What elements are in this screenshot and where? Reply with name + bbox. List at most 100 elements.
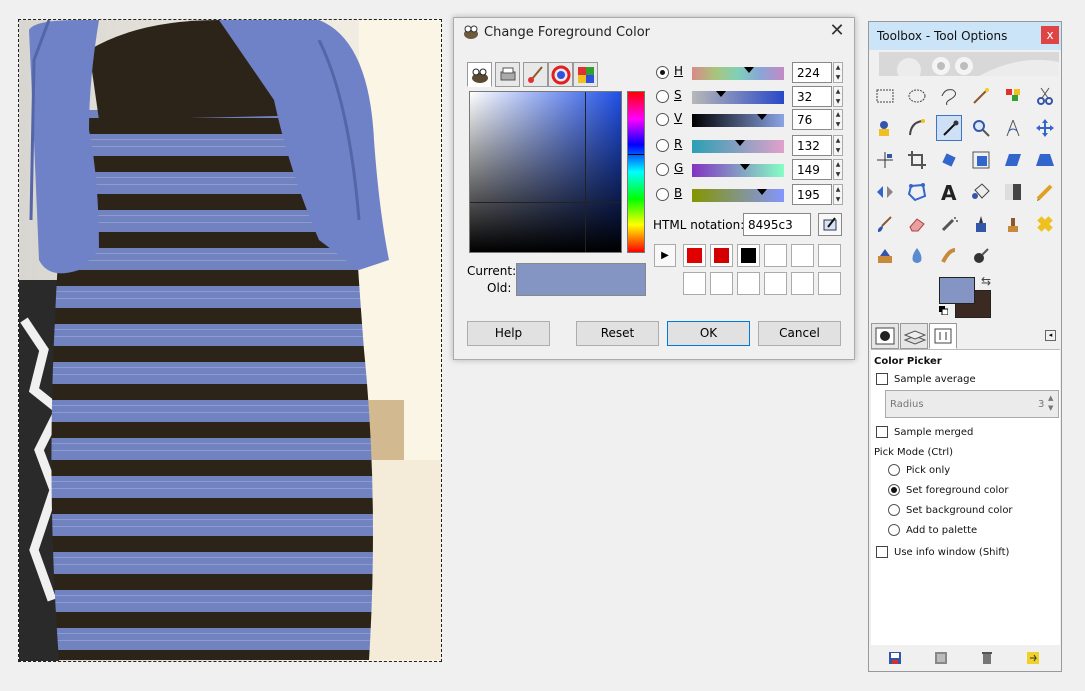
history-swatch[interactable] [737,244,760,267]
help-button[interactable]: Help [467,321,550,346]
ok-button[interactable]: OK [667,321,750,346]
history-swatch[interactable] [683,244,706,267]
history-swatch[interactable] [818,272,841,295]
channel-radio-g[interactable] [656,163,669,176]
reset-options-icon[interactable] [1026,651,1040,665]
pick-mode-radio[interactable] [888,504,900,516]
save-options-icon[interactable] [888,651,902,665]
tab-wheel[interactable] [548,62,573,87]
channel-slider-s[interactable] [692,91,784,104]
channel-value-s[interactable]: 32 [792,86,832,107]
history-swatch[interactable] [818,244,841,267]
tool-ellipse-select[interactable] [904,83,930,109]
channel-stepper-b[interactable]: ▲ ▼ [833,184,843,205]
tool-move[interactable] [1032,115,1058,141]
tool-dodge[interactable] [968,243,994,269]
channel-radio-h[interactable] [656,66,669,79]
tool-measure[interactable] [1000,115,1026,141]
channel-stepper-h[interactable]: ▲ ▼ [833,62,843,83]
tool-align[interactable] [872,147,898,173]
tool-perspective[interactable] [1032,147,1058,173]
use-info-window-checkbox[interactable] [876,546,888,558]
channel-stepper-r[interactable]: ▲ ▼ [833,135,843,156]
channel-radio-b[interactable] [656,188,669,201]
tool-cage[interactable] [904,179,930,205]
cancel-button[interactable]: Cancel [758,321,841,346]
channel-slider-b[interactable] [692,189,784,202]
history-swatch[interactable] [764,272,787,295]
channel-stepper-g[interactable]: ▲ ▼ [833,159,843,180]
tab-tool-options[interactable] [929,323,957,349]
slider-thumb[interactable] [744,67,755,73]
html-notation-input[interactable]: 8495c3 [743,213,811,236]
tool-lasso[interactable] [936,83,962,109]
delete-options-icon[interactable] [980,651,994,665]
channel-slider-v[interactable] [692,114,784,127]
tool-smudge[interactable] [936,243,962,269]
channel-value-g[interactable]: 149 [792,159,832,180]
slider-thumb[interactable] [716,91,727,97]
history-swatch[interactable] [683,272,706,295]
tool-zoom[interactable] [968,115,994,141]
tool-heal[interactable] [1032,211,1058,237]
hue-strip[interactable] [627,91,645,253]
sample-merged-checkbox[interactable] [876,426,888,438]
tool-color-picker[interactable] [936,115,962,141]
tab-palette[interactable] [573,62,598,87]
tool-eraser[interactable] [904,211,930,237]
channel-radio-v[interactable] [656,113,669,126]
foreground-color-swatch[interactable] [939,277,975,304]
tab-gimp-selector[interactable] [467,62,492,87]
toolbox-titlebar[interactable]: Toolbox - Tool Options x [869,22,1061,50]
restore-options-icon[interactable] [934,651,948,665]
tool-paintbrush[interactable] [872,211,898,237]
tool-color-select[interactable] [1000,83,1026,109]
tab-layers[interactable] [900,323,928,349]
tool-fuzzy-select[interactable] [968,83,994,109]
history-swatch[interactable] [791,272,814,295]
channel-value-b[interactable]: 195 [792,184,832,205]
close-button[interactable]: ✕ [826,21,848,43]
tool-flip[interactable] [872,179,898,205]
image-canvas[interactable] [18,19,442,662]
tool-ink[interactable] [968,211,994,237]
tool-gradient[interactable] [1000,179,1026,205]
tool-scale[interactable] [968,147,994,173]
tab-menu-button[interactable]: ◂ [1045,330,1056,341]
channel-value-h[interactable]: 224 [792,62,832,83]
slider-thumb[interactable] [740,164,751,170]
tool-paths[interactable] [904,115,930,141]
sample-average-checkbox[interactable] [876,373,888,385]
history-swatch[interactable] [791,244,814,267]
tab-watercolor[interactable] [523,62,548,87]
channel-value-r[interactable]: 132 [792,135,832,156]
wilber-drop-area-icon[interactable] [879,52,1059,76]
channel-value-v[interactable]: 76 [792,109,832,130]
channel-slider-g[interactable] [692,164,784,177]
pick-mode-radio[interactable] [888,484,900,496]
history-arrow-button[interactable]: ▶ [654,244,676,267]
slider-thumb[interactable] [756,114,767,120]
history-swatch[interactable] [764,244,787,267]
tool-foreground-select[interactable] [872,115,898,141]
slider-thumb[interactable] [734,140,745,146]
tool-blur[interactable] [904,243,930,269]
history-swatch[interactable] [710,244,733,267]
default-colors-icon[interactable] [939,306,948,315]
tool-text[interactable]: A [936,179,962,205]
channel-slider-r[interactable] [692,140,784,153]
tool-shear[interactable] [1000,147,1026,173]
saturation-value-square[interactable] [469,91,622,253]
screen-picker-button[interactable] [818,213,842,236]
radius-spinscale[interactable]: Radius 3 ▲ ▼ [885,390,1059,418]
pick-mode-radio[interactable] [888,524,900,536]
pick-mode-radio[interactable] [888,464,900,476]
history-swatch[interactable] [737,272,760,295]
channel-slider-h[interactable] [692,67,784,80]
tab-cmyk[interactable] [495,62,520,87]
tool-bucket-fill[interactable] [968,179,994,205]
history-swatch[interactable] [710,272,733,295]
tool-clone[interactable] [1000,211,1026,237]
tool-scissors[interactable] [1032,83,1058,109]
radius-stepper[interactable]: ▲ ▼ [1048,393,1053,413]
